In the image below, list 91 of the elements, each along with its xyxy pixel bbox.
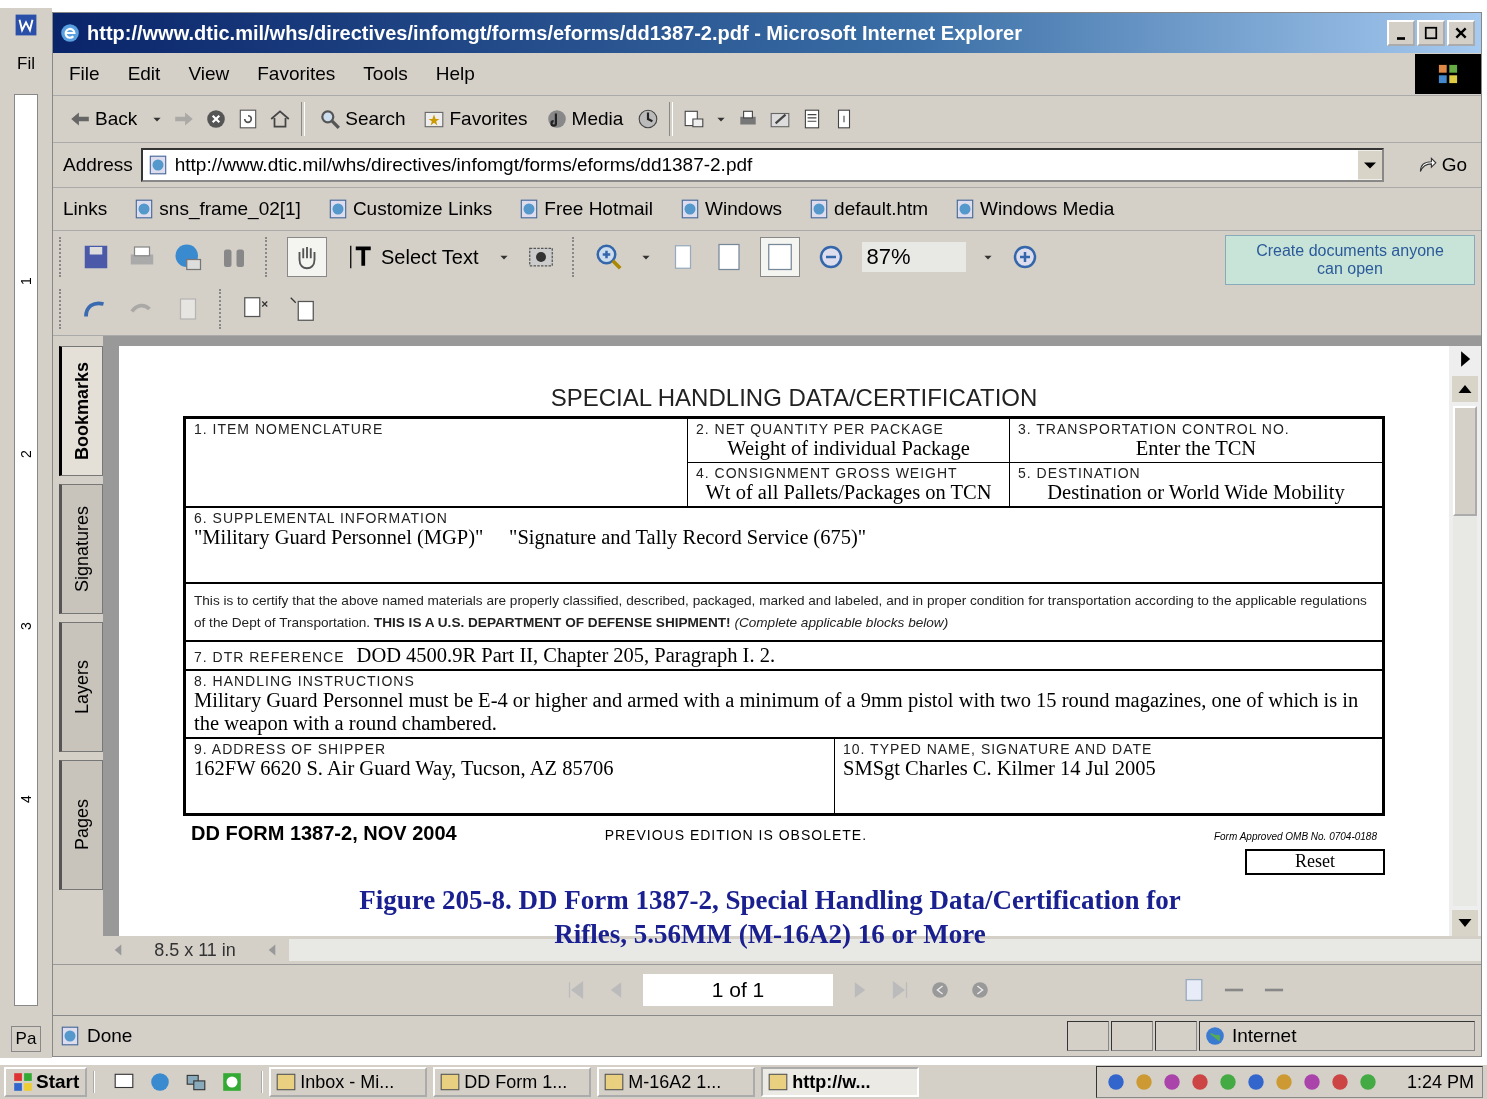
- menu-item[interactable]: Favorites: [257, 63, 336, 85]
- go-button[interactable]: Go: [1411, 152, 1471, 178]
- history-icon[interactable]: [637, 108, 660, 130]
- status-text: Done: [87, 1025, 133, 1047]
- favorites-button[interactable]: Favorites: [419, 106, 532, 132]
- form-cell[interactable]: 4. CONSIGNMENT GROSS WEIGHT Wt of all Pallets/Packages on TCN: [688, 462, 1010, 506]
- home-icon[interactable]: [269, 108, 292, 130]
- ruler-label: 4: [18, 794, 34, 803]
- search-icon: [319, 108, 342, 130]
- form-cell[interactable]: 2. NET QUANTITY PER PACKAGE Weight of individual Package: [688, 419, 1010, 462]
- close-button[interactable]: [1447, 20, 1475, 46]
- document-icon[interactable]: [13, 12, 39, 38]
- minimize-icon: [1397, 36, 1405, 40]
- figure-caption: Rifles, 5.56MM (M-16A2) 16 or More: [554, 918, 986, 951]
- windows-logo: [1415, 54, 1481, 94]
- scroll-down-button[interactable]: [1452, 910, 1478, 936]
- form-cell[interactable]: 9. ADDRESS OF SHIPPER 162FW 6620 S. Air Guard Way, Tucson, AZ 85706: [186, 736, 834, 813]
- form-cell[interactable]: 3. TRANSPORTATION CONTROL NO. Enter the TCN: [1010, 419, 1382, 462]
- figure-caption: Figure 205-8. DD Form 1387-2, Special Handling Data/Certification for: [359, 884, 1181, 917]
- link-item[interactable]: Windows Media: [954, 198, 1115, 220]
- form-cell[interactable]: 10. TYPED NAME, SIGNATURE AND DATE SMSgt Charles C. Kilmer 14 Jul 2005: [834, 736, 1382, 813]
- media-button[interactable]: Media: [541, 106, 628, 132]
- status-pane: [1067, 1021, 1109, 1051]
- address-field[interactable]: http://www.dtic.mil/whs/directives/infomgt/forms/eforms/dd1387-2.pdf: [140, 148, 1384, 182]
- promo-banner[interactable]: Create documents anyone can open: [1225, 235, 1475, 285]
- form-cell[interactable]: 6. SUPPLEMENTAL INFORMATION "Military Guard Personnel (MGP)" "Signature and Tally Record Service (675)": [186, 506, 1382, 582]
- clock: 1:24 PM: [1406, 1071, 1474, 1093]
- side-tab[interactable]: Pages: [59, 760, 103, 890]
- form-cell[interactable]: 5. DESTINATION Destination or World Wide Mobility: [1010, 462, 1382, 506]
- form-cell[interactable]: 7. DTR REFERENCE DOD 4500.9R Part II, Chapter 205, Paragraph I. 2.: [186, 639, 1382, 669]
- status-pane: [1111, 1021, 1153, 1051]
- omb-note: Form Approved OMB No. 0704-0188: [1213, 830, 1377, 842]
- form-number: DD FORM 1387-2, NOV 2004: [191, 821, 457, 845]
- search-button[interactable]: Search: [315, 106, 410, 132]
- select-text-button[interactable]: Select Text: [343, 240, 483, 274]
- menu-item[interactable]: Tools: [363, 63, 408, 85]
- scroll-up-button[interactable]: [1452, 376, 1478, 402]
- zoom-field[interactable]: 87%: [862, 242, 967, 272]
- app-icon: [603, 1071, 626, 1093]
- menu-fragment[interactable]: Fil: [17, 54, 35, 74]
- minimize-button[interactable]: [1387, 20, 1415, 46]
- app-icon: [275, 1071, 298, 1093]
- menu-item[interactable]: Edit: [127, 63, 161, 85]
- menu-item[interactable]: File: [69, 63, 100, 85]
- link-item[interactable]: default.htm: [808, 198, 929, 220]
- ruler-label: 3: [18, 622, 34, 631]
- status-fragment: Pa: [10, 1026, 42, 1052]
- taskbar-button[interactable]: DD Form 1...: [433, 1067, 592, 1097]
- link-item[interactable]: Windows: [679, 198, 783, 220]
- ruler-label: 2: [18, 449, 34, 458]
- menu-item[interactable]: Help: [435, 63, 475, 85]
- form-cell[interactable]: 1. ITEM NOMENCLATURE: [186, 419, 688, 506]
- maximize-button[interactable]: [1417, 20, 1445, 46]
- taskbar-button[interactable]: Inbox - Mi...: [269, 1067, 428, 1097]
- certification-text: This is to certify that the above named materials are properly classified, described, packaged, marked and labeled, and in proper condition for transportation according to the applicable regulations of the Dept of Transportation. THIS IS A U.S. DEPARTMENT OF DEFENSE SHIPMENT! (Complete applicable blocks below): [194, 593, 1367, 630]
- maximize-icon: [1424, 26, 1438, 40]
- links-label: Links: [63, 198, 108, 220]
- music-note-icon: [545, 108, 568, 130]
- scroll-thumb[interactable]: [1453, 406, 1477, 516]
- form-cell[interactable]: 8. HANDLING INSTRUCTIONS Military Guard Personnel must be E-4 or higher and armed with a minimum of a 9mm pistol with two 15 round magazines, one of which is in the weapon with a round chambered.: [186, 668, 1382, 737]
- taskbar-button[interactable]: M-16A2 1...: [597, 1067, 756, 1097]
- side-tab[interactable]: Layers: [59, 622, 103, 752]
- side-tab[interactable]: Bookmarks: [59, 346, 103, 476]
- app-icon: [767, 1071, 790, 1093]
- status-pane: [1155, 1021, 1197, 1051]
- start-button[interactable]: Start: [4, 1067, 88, 1097]
- menu-item[interactable]: View: [188, 63, 230, 85]
- page-size-label: 8.5 x 11 in: [153, 939, 237, 961]
- page-number-field[interactable]: 1 of 1: [643, 974, 833, 1006]
- reset-button[interactable]: Reset: [1245, 848, 1385, 875]
- address-label: Address: [63, 154, 133, 176]
- edition-note: PREVIOUS EDITION IS OBSOLETE.: [604, 826, 868, 843]
- zone-indicator: Internet: [1199, 1021, 1475, 1051]
- fit-width-icon[interactable]: [760, 237, 801, 277]
- globe-icon: [1204, 1025, 1226, 1047]
- taskbar-button[interactable]: http://w...: [761, 1067, 920, 1097]
- hand-icon[interactable]: [287, 237, 327, 277]
- side-tab[interactable]: Signatures: [59, 484, 103, 614]
- email-icon[interactable]: [173, 242, 203, 272]
- form-title: SPECIAL HANDLING DATA/CERTIFICATION: [549, 384, 1039, 412]
- ruler-label: 1: [18, 277, 34, 286]
- link-item[interactable]: Free Hotmail: [518, 198, 654, 220]
- back-button[interactable]: Back: [65, 106, 142, 132]
- app-icon: [439, 1071, 462, 1093]
- windows-logo: [12, 1071, 34, 1093]
- close-icon: [1454, 26, 1468, 40]
- window-title: http://www.dtic.mil/whs/directives/infomgt/forms/eforms/dd1387-2.pdf - Microsoft Internet Explorer: [87, 21, 1023, 45]
- stop-icon[interactable]: [205, 108, 228, 130]
- page-icon: [59, 1025, 81, 1047]
- link-item[interactable]: sns_frame_02[1]: [133, 198, 301, 220]
- link-item[interactable]: Customize Links: [326, 198, 493, 220]
